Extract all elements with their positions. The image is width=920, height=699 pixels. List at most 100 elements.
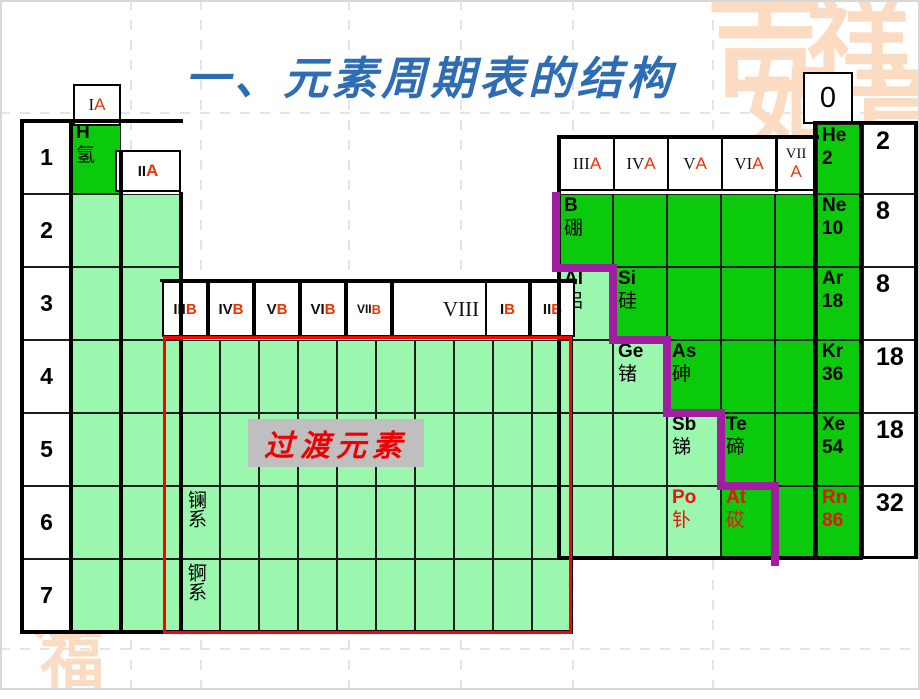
group-header-VA[interactable]: VA — [667, 137, 723, 191]
d-block-cell[interactable] — [259, 486, 298, 559]
p-block-cell[interactable] — [775, 486, 817, 559]
d-block-cell[interactable] — [532, 559, 571, 632]
group1-cell[interactable] — [71, 194, 121, 267]
p-block-cell[interactable] — [559, 486, 613, 559]
table-outline — [20, 630, 573, 634]
d-block-cell[interactable] — [298, 340, 337, 413]
p-block-cell[interactable] — [775, 267, 817, 340]
group-header-VB[interactable]: VB — [254, 281, 300, 337]
group-roman: VI — [310, 300, 325, 318]
element-symbol: Sb — [672, 414, 697, 435]
d-block-cell[interactable] — [415, 559, 454, 632]
p-block-cell[interactable] — [613, 194, 667, 267]
element-He[interactable]: He 2 — [817, 124, 863, 194]
group-header-IIIB[interactable]: IIIB — [162, 281, 208, 337]
group1-cell[interactable] — [71, 267, 121, 340]
group-roman: IV — [218, 300, 233, 318]
period-number-7: 7 — [22, 559, 71, 632]
d-block-cell[interactable] — [376, 486, 415, 559]
group2-cell[interactable] — [121, 559, 181, 632]
element-B[interactable]: B 硼 — [559, 194, 613, 267]
group-header-IB[interactable]: IB — [485, 281, 530, 337]
table-outline — [20, 119, 24, 634]
element-At[interactable]: At 砹 — [721, 486, 775, 559]
p-block-cell[interactable] — [775, 413, 817, 486]
element-Ne[interactable]: Ne 10 — [817, 194, 863, 267]
p-block-cell[interactable] — [721, 340, 775, 413]
p-block-cell[interactable] — [721, 267, 775, 340]
group1-cell[interactable] — [71, 340, 121, 413]
d-block-cell[interactable] — [415, 486, 454, 559]
group-header-IVA[interactable]: IV A — [613, 137, 669, 191]
group-header-IIIA[interactable]: III A — [559, 137, 615, 191]
element-Ge[interactable]: Ge 锗 — [613, 340, 667, 413]
element-atomic-number: 36 — [822, 364, 844, 385]
element-symbol: Ne — [822, 195, 847, 216]
element-symbol: Si — [618, 268, 636, 289]
p-block-cell[interactable] — [667, 194, 721, 267]
element-Rn[interactable]: Rn 86 — [817, 486, 863, 559]
d-block-cell[interactable] — [454, 559, 493, 632]
group-header-VIIB[interactable]: VII B — [346, 281, 392, 337]
d-block-cell[interactable] — [259, 559, 298, 632]
group-header-VIIA[interactable]: VII A — [775, 137, 817, 191]
group-header-VIA[interactable]: VI A — [721, 137, 777, 191]
d-block-cell[interactable] — [298, 559, 337, 632]
d-block-cell[interactable] — [220, 340, 259, 413]
p-block-cell[interactable] — [613, 413, 667, 486]
d-block-cell[interactable] — [454, 340, 493, 413]
element-H[interactable]: H 氢 — [71, 121, 121, 194]
group2-cell[interactable] — [121, 194, 181, 267]
p-block-cell[interactable] — [775, 194, 817, 267]
d-block-cell[interactable] — [493, 559, 532, 632]
group-header-0[interactable]: 0 — [803, 72, 853, 124]
d-block-cell[interactable] — [337, 340, 376, 413]
d-block-cell[interactable] — [259, 340, 298, 413]
group-header-VIB[interactable]: VI B — [300, 281, 346, 337]
d-block-cell[interactable] — [376, 340, 415, 413]
group2-cell[interactable] — [121, 413, 181, 486]
element-Te[interactable]: Te 碲 — [721, 413, 775, 486]
lanthanide-label: 镧系 — [185, 490, 207, 528]
d-block-cell[interactable] — [337, 486, 376, 559]
d-block-cell[interactable] — [181, 413, 220, 486]
d-block-cell[interactable] — [454, 486, 493, 559]
element-Ar[interactable]: Ar 18 — [817, 267, 863, 340]
d-block-cell[interactable] — [493, 413, 532, 486]
d-block-cell[interactable] — [337, 559, 376, 632]
group-header-IVB[interactable]: IV B — [208, 281, 254, 337]
d-block-cell[interactable] — [493, 486, 532, 559]
group2-cell[interactable] — [121, 340, 181, 413]
d-block-cell[interactable] — [493, 340, 532, 413]
actinide-cell[interactable]: 锕系 — [181, 559, 220, 632]
d-block-cell[interactable] — [376, 559, 415, 632]
d-block-cell[interactable] — [415, 340, 454, 413]
d-block-cell[interactable] — [220, 486, 259, 559]
group-letter: B — [371, 301, 382, 317]
element-Si[interactable]: Si 硅 — [613, 267, 667, 340]
p-block-cell[interactable] — [721, 194, 775, 267]
element-As[interactable]: As 砷 — [667, 340, 721, 413]
element-Sb[interactable]: Sb 锑 — [667, 413, 721, 486]
lanthanide-cell[interactable]: 镧系 — [181, 486, 220, 559]
group1-cell[interactable] — [71, 559, 121, 632]
group1-cell[interactable] — [71, 486, 121, 559]
p-block-cell[interactable] — [667, 267, 721, 340]
d-block-cell[interactable] — [298, 486, 337, 559]
element-Po[interactable]: Po 钋 — [667, 486, 721, 559]
p-block-cell[interactable] — [559, 340, 613, 413]
element-Xe[interactable]: Xe 54 — [817, 413, 863, 486]
group2-cell[interactable] — [121, 486, 181, 559]
p-block-cell[interactable] — [613, 486, 667, 559]
d-block-cell[interactable] — [454, 413, 493, 486]
element-atomic-number: 18 — [822, 291, 844, 312]
group-header-IIA[interactable]: II A — [115, 150, 181, 192]
group-letter: B — [276, 300, 288, 318]
group1-cell[interactable] — [71, 413, 121, 486]
d-block-cell[interactable] — [181, 340, 220, 413]
p-block-cell[interactable] — [559, 413, 613, 486]
element-Kr[interactable]: Kr 36 — [817, 340, 863, 413]
d-block-cell[interactable] — [220, 559, 259, 632]
p-block-cell[interactable] — [775, 340, 817, 413]
group-header-IIB[interactable]: IIB — [530, 281, 575, 337]
